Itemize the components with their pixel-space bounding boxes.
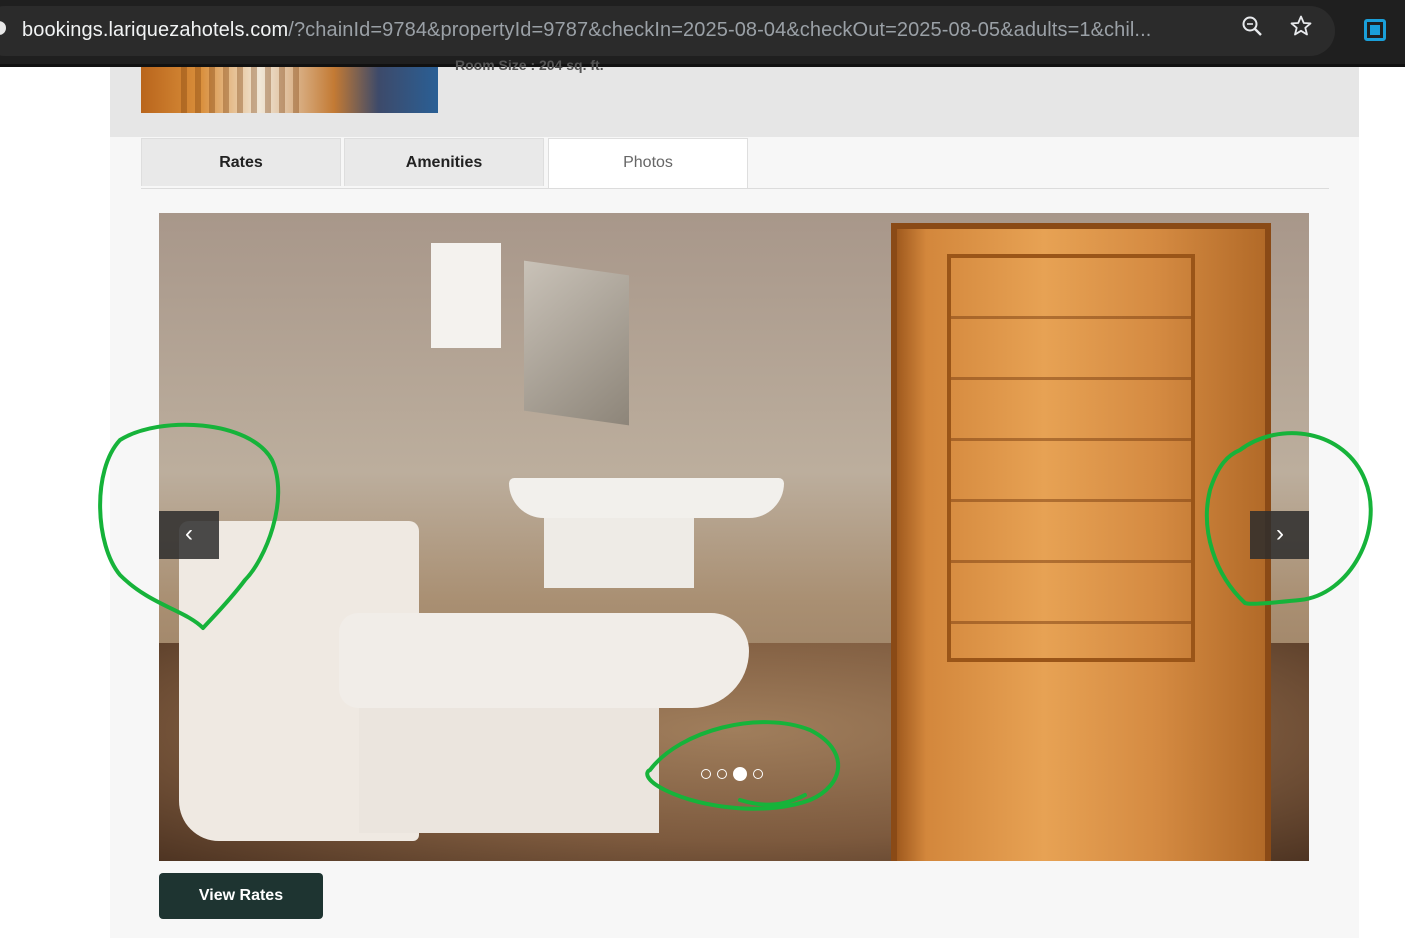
zoom-icon[interactable] bbox=[1237, 14, 1267, 48]
carousel-dot-2[interactable] bbox=[717, 768, 727, 779]
room-header: Room Size : 204 sq. ft. bbox=[110, 57, 1359, 137]
room-thumbnail[interactable] bbox=[141, 67, 438, 113]
room-card: Room Size : 204 sq. ft. Rates Amenities … bbox=[110, 57, 1359, 938]
photo-carousel: ‹ › bbox=[159, 213, 1309, 861]
tab-rates[interactable]: Rates bbox=[141, 138, 341, 186]
room-tabs: Rates Amenities Photos bbox=[141, 138, 1329, 189]
photo-towel bbox=[431, 243, 501, 348]
carousel-dot-1[interactable] bbox=[701, 768, 711, 779]
photo-sink bbox=[509, 478, 784, 518]
chevron-left-icon: ‹ bbox=[185, 520, 193, 547]
photo-sink-cabinet bbox=[544, 518, 694, 588]
screen-capture-icon[interactable] bbox=[1364, 19, 1386, 41]
room-size-text: Room Size : 204 sq. ft. bbox=[455, 57, 604, 73]
view-rates-button[interactable]: View Rates bbox=[159, 873, 323, 919]
url-path: /?chainId=9784&propertyId=9787&checkIn=2… bbox=[288, 19, 1152, 41]
url-domain: bookings.lariquezahotels.com bbox=[22, 19, 289, 41]
bookmark-star-icon[interactable] bbox=[1286, 14, 1316, 48]
tab-photos[interactable]: Photos bbox=[548, 138, 748, 188]
photo-toilet-lid bbox=[339, 613, 749, 708]
carousel-next-button[interactable]: › bbox=[1250, 511, 1309, 559]
photo-wooden-door bbox=[891, 223, 1271, 861]
carousel-prev-button[interactable]: ‹ bbox=[159, 511, 219, 559]
carousel-dot-3[interactable] bbox=[733, 766, 747, 781]
tab-amenities[interactable]: Amenities bbox=[344, 138, 544, 186]
carousel-dot-4[interactable] bbox=[753, 768, 763, 779]
chevron-right-icon: › bbox=[1276, 520, 1284, 547]
url-text[interactable]: bookings.lariquezahotels.com/?chainId=97… bbox=[22, 19, 1151, 42]
carousel-indicators bbox=[701, 765, 769, 781]
photo-mirror bbox=[524, 260, 629, 426]
browser-toolbar: bookings.lariquezahotels.com/?chainId=97… bbox=[0, 0, 1405, 67]
photo-toilet-base bbox=[359, 703, 659, 833]
